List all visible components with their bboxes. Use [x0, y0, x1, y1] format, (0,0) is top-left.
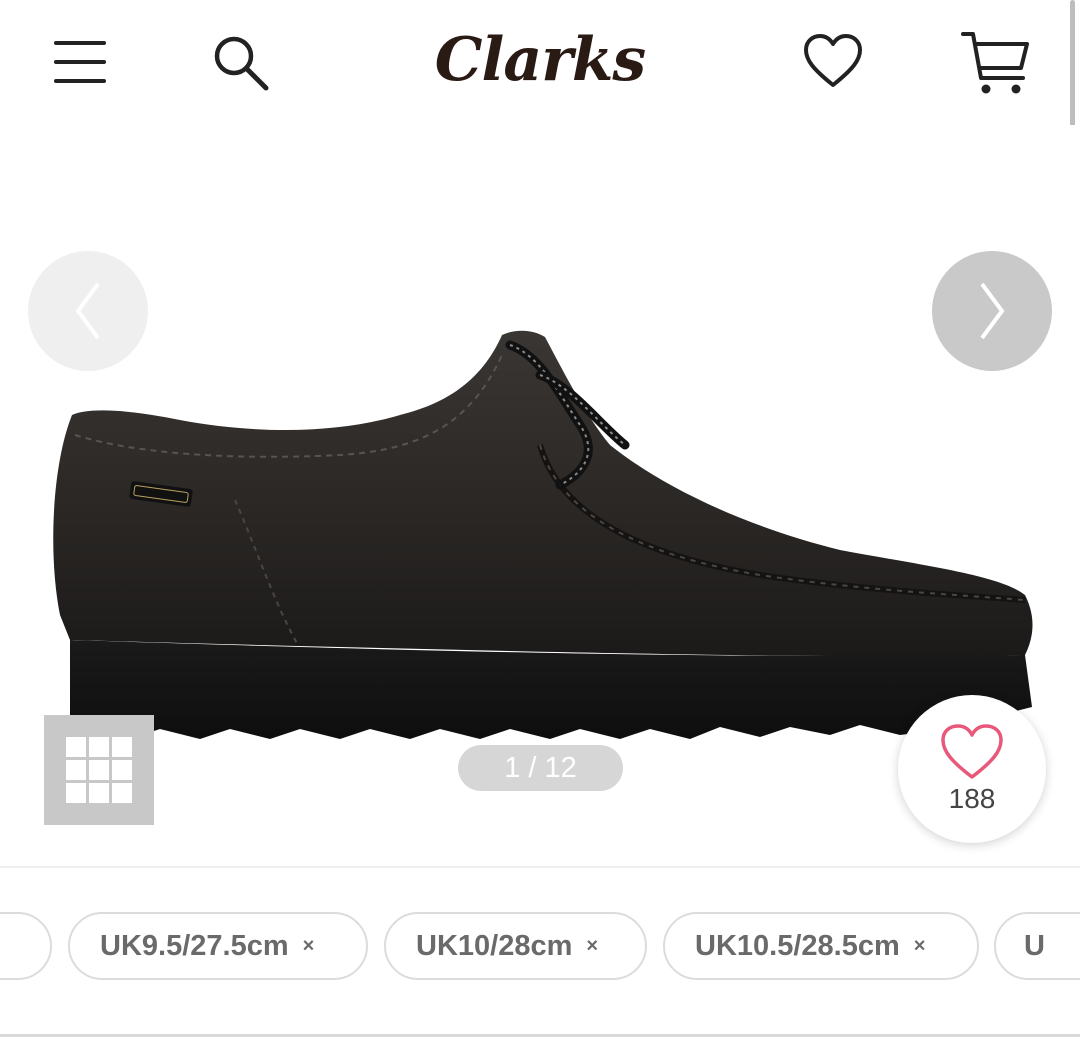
remove-icon[interactable]: × — [586, 935, 598, 958]
image-counter: 1 / 12 — [458, 745, 623, 791]
size-chip-partial[interactable] — [0, 912, 52, 980]
search-icon — [214, 36, 269, 91]
size-chip-list[interactable]: UK9.5/27.5cm × UK10/28cm × UK10.5/28.5cm… — [0, 868, 1080, 1037]
menu-button[interactable] — [48, 30, 112, 94]
heart-outline-icon — [941, 724, 1003, 779]
remove-icon[interactable]: × — [914, 935, 926, 958]
size-chip-label: UK10/28cm — [416, 929, 573, 962]
search-button[interactable] — [206, 28, 276, 98]
chevron-right-icon — [980, 282, 1005, 340]
like-button[interactable]: 188 — [898, 695, 1046, 843]
product-page: Clarks 1 / 12 188 UK9.5/27.5cm × UK10/28… — [0, 0, 1080, 1037]
product-gallery: 1 / 12 188 — [0, 125, 1080, 865]
chevron-left-icon — [75, 282, 100, 340]
remove-icon[interactable]: × — [303, 935, 315, 958]
size-chip[interactable]: UK10/28cm × — [384, 912, 647, 980]
size-chip-partial[interactable]: U — [994, 912, 1080, 980]
size-chip-label: UK10.5/28.5cm — [695, 929, 900, 962]
wishlist-button[interactable] — [800, 28, 866, 94]
size-chip-label: UK9.5/27.5cm — [100, 929, 289, 962]
brand-logo[interactable]: Clarks — [430, 20, 650, 100]
shopping-cart-icon — [961, 32, 1029, 94]
top-header: Clarks — [0, 0, 1080, 125]
previous-image-button[interactable] — [28, 251, 148, 371]
hamburger-menu-icon — [54, 41, 106, 83]
grid-view-icon — [66, 737, 132, 803]
next-image-button[interactable] — [932, 251, 1052, 371]
heart-outline-icon — [804, 34, 862, 87]
cart-button[interactable] — [955, 22, 1035, 102]
product-image — [53, 330, 1033, 739]
size-chip-label: U — [1024, 929, 1045, 962]
size-chip[interactable]: UK9.5/27.5cm × — [68, 912, 368, 980]
size-chip[interactable]: UK10.5/28.5cm × — [663, 912, 979, 980]
like-count: 188 — [948, 783, 996, 814]
grid-view-button[interactable] — [44, 715, 154, 825]
